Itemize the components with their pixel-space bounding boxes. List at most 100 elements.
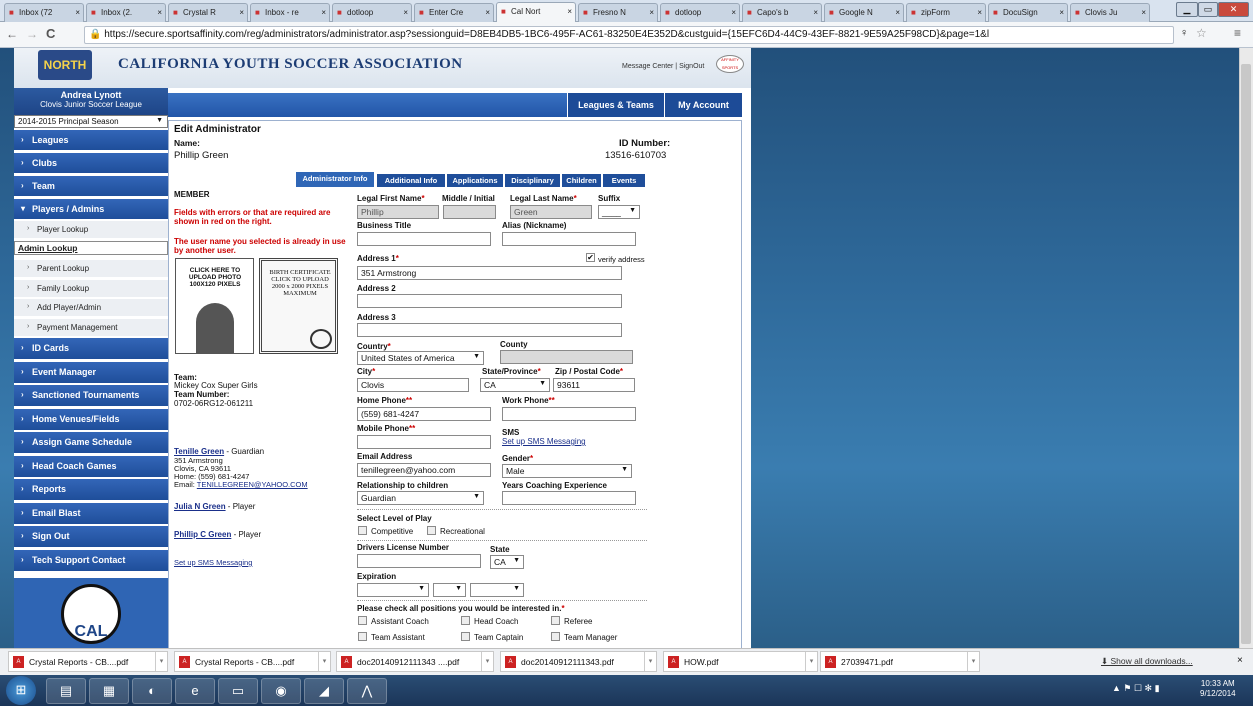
business-title-input[interactable]	[357, 232, 491, 246]
acrobat-icon[interactable]: ⋀	[347, 678, 387, 704]
position-checkbox[interactable]	[461, 632, 470, 641]
work-phone-input[interactable]	[502, 407, 636, 421]
leagues-teams-button[interactable]: Leagues & Teams	[567, 93, 664, 117]
position-checkbox[interactable]	[461, 616, 470, 625]
url-field[interactable]: 🔒 https://secure.sportsaffinity.com/reg/…	[84, 26, 1174, 44]
tab-close-icon[interactable]: ×	[895, 8, 900, 17]
address2-input[interactable]	[357, 294, 622, 308]
forward-arrow-icon[interactable]: →	[26, 27, 38, 41]
chrome-icon[interactable]: ◉	[261, 678, 301, 704]
competitive-checkbox[interactable]	[358, 526, 367, 535]
my-account-button[interactable]: My Account	[664, 93, 742, 117]
chevron-down-icon[interactable]: ▾	[805, 652, 817, 671]
browser-tab[interactable]: ■ Crystal R ×	[168, 3, 248, 22]
browser-tab[interactable]: ■ Enter Cre ×	[414, 3, 494, 22]
windows-start-button[interactable]: ⊞	[6, 676, 36, 705]
sidebar-subitem[interactable]: › Parent Lookup	[14, 260, 168, 278]
last-name-input[interactable]: Green	[510, 205, 592, 219]
tab-close-icon[interactable]: ×	[731, 8, 736, 17]
browser-tab[interactable]: ■ Inbox (2. ×	[86, 3, 166, 22]
browser-tab[interactable]: ■ Capo's b ×	[742, 3, 822, 22]
sidebar-subitem[interactable]: › Admin Lookup	[14, 240, 168, 255]
sidebar-item[interactable]: › Email Blast	[14, 502, 168, 525]
expiration-day-select[interactable]: ▼	[433, 583, 466, 597]
tab-close-icon[interactable]: ×	[321, 8, 326, 17]
guardian-link[interactable]: Tenille Green	[174, 447, 224, 456]
dl-state-select[interactable]: CA ▼	[490, 555, 524, 569]
home-phone-input[interactable]: (559) 681-4247	[357, 407, 491, 421]
sidebar-item[interactable]: › Head Coach Games	[14, 455, 168, 478]
download-item[interactable]: Adoc20140912111343.pdf ▾	[500, 651, 657, 672]
sidebar-item[interactable]: › Event Manager	[14, 361, 168, 384]
sms-setup-link-left[interactable]: Set up SMS Messaging	[174, 558, 252, 567]
state-select[interactable]: CA ▼	[480, 378, 550, 392]
bookmark-star-icon[interactable]: ☆	[1196, 26, 1207, 40]
ie-icon[interactable]: e	[175, 678, 215, 704]
browser-tab[interactable]: ■ Clovis Ju ×	[1070, 3, 1150, 22]
browser-tab[interactable]: ■ zipForm ×	[906, 3, 986, 22]
show-all-downloads-link[interactable]: ⬇ Show all downloads...	[1101, 656, 1193, 667]
outlook-icon[interactable]: ◐	[132, 678, 172, 704]
browser-tab[interactable]: ■ Google N ×	[824, 3, 904, 22]
remote-icon[interactable]: ◢	[304, 678, 344, 704]
sidebar-item[interactable]: › Home Venues/Fields	[14, 408, 168, 431]
position-checkbox[interactable]	[358, 616, 367, 625]
first-name-input[interactable]: Phillip	[357, 205, 439, 219]
city-input[interactable]: Clovis	[357, 378, 469, 392]
tab-close-icon[interactable]: ×	[157, 8, 162, 17]
maximize-button[interactable]: ▭	[1198, 2, 1218, 17]
cal-north-logo[interactable]: NORTH	[38, 50, 92, 80]
recreational-checkbox[interactable]	[427, 526, 436, 535]
folder-icon[interactable]: ▭	[218, 678, 258, 704]
gender-select[interactable]: Male ▼	[502, 464, 632, 478]
sidebar-subitem[interactable]: › Payment Management	[14, 318, 168, 337]
position-checkbox[interactable]	[551, 632, 560, 641]
county-input[interactable]	[500, 350, 633, 364]
download-item[interactable]: A HOW.pdf ▾	[663, 651, 818, 672]
system-tray[interactable]: ▲ ⚑ ☐ ✻ ▮	[1112, 683, 1160, 694]
tab-events[interactable]: Events	[603, 174, 645, 187]
tab-close-icon[interactable]: ×	[649, 8, 654, 17]
menu-icon[interactable]: ≡	[1234, 26, 1241, 40]
tab-administrator-info[interactable]: Administrator Info	[296, 172, 374, 187]
browser-tab[interactable]: ■ Cal Nort ×	[496, 2, 576, 23]
position-checkbox[interactable]	[358, 632, 367, 641]
tab-close-icon[interactable]: ×	[75, 8, 80, 17]
child2-link[interactable]: Phillip C Green	[174, 530, 231, 539]
chevron-down-icon[interactable]: ▾	[318, 652, 330, 671]
drivers-license-input[interactable]	[357, 554, 481, 568]
banner-links[interactable]: Message Center | SignOut	[622, 63, 704, 70]
address1-input[interactable]: 351 Armstrong	[357, 266, 622, 280]
tab-close-icon[interactable]: ×	[485, 8, 490, 17]
relationship-select[interactable]: Guardian ▼	[357, 491, 484, 505]
sidebar-subitem[interactable]: › Add Player/Admin	[14, 299, 168, 317]
back-arrow-icon[interactable]: ←	[6, 27, 18, 41]
download-item[interactable]: Adoc20140912111343 ....pdf ▾	[336, 651, 494, 672]
sidebar-item[interactable]: › Reports	[14, 479, 168, 501]
browser-tab[interactable]: ■ Inbox (72 ×	[4, 3, 84, 22]
close-window-button[interactable]: ✕	[1218, 2, 1249, 17]
browser-tab[interactable]: ■ DocuSign ×	[988, 3, 1068, 22]
suffix-select[interactable]: ____ ▼	[598, 205, 640, 219]
windows-explorer-icon[interactable]: ▤	[46, 678, 86, 704]
browser-tab[interactable]: ■ Inbox - re ×	[250, 3, 330, 22]
tab-close-icon[interactable]: ×	[239, 8, 244, 17]
browser-tab[interactable]: ■ dotloop ×	[332, 3, 412, 22]
browser-tab[interactable]: ■ Fresno N ×	[578, 3, 658, 22]
tab-close-icon[interactable]: ×	[1141, 8, 1146, 17]
country-select[interactable]: United States of America ▼	[357, 351, 484, 365]
extension-icon[interactable]: ♀	[1180, 27, 1188, 39]
sidebar-item[interactable]: › Clubs	[14, 153, 168, 174]
sidebar-item[interactable]: › Team	[14, 176, 168, 197]
years-coaching-input[interactable]	[502, 491, 636, 505]
tab-close-icon[interactable]: ×	[1059, 8, 1064, 17]
sidebar-item[interactable]: › Sanctioned Tournaments	[14, 385, 168, 407]
sidebar-item[interactable]: › Tech Support Contact	[14, 549, 168, 572]
minimize-button[interactable]: ▁	[1176, 2, 1198, 17]
tab-close-icon[interactable]: ×	[813, 8, 818, 17]
sidebar-item[interactable]: › Sign Out	[14, 526, 168, 548]
sms-setup-link[interactable]: Set up SMS Messaging	[502, 437, 586, 446]
position-checkbox[interactable]	[551, 616, 560, 625]
tab-disciplinary[interactable]: Disciplinary	[505, 174, 560, 187]
sidebar-item[interactable]: › ID Cards	[14, 338, 168, 360]
